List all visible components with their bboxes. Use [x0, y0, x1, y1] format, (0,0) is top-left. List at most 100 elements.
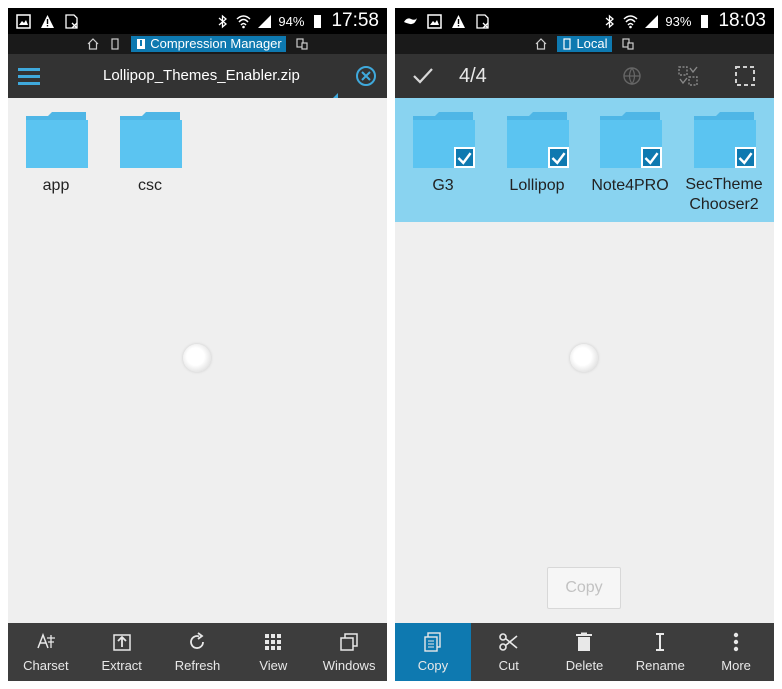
windows-button[interactable]: Windows: [311, 623, 387, 681]
checkbox-checked[interactable]: [454, 147, 475, 168]
file-list: app csc: [8, 98, 387, 623]
clock: 18:03: [718, 10, 766, 31]
folder-item[interactable]: csc: [105, 110, 195, 195]
left-screen: 94% 17:58 Compression Manager Lollipop_T…: [8, 8, 387, 681]
more-button[interactable]: More: [698, 623, 774, 681]
tab-label: Compression Manager: [150, 36, 282, 51]
folder-item[interactable]: Lollipop: [492, 110, 582, 195]
cut-icon: [498, 632, 518, 651]
view-button[interactable]: View: [235, 623, 311, 681]
tab-local[interactable]: Local: [557, 36, 612, 52]
warning-icon: [451, 14, 466, 29]
dropdown-corner-icon[interactable]: [330, 88, 338, 101]
zip-icon: [135, 38, 147, 50]
checkbox-checked[interactable]: [548, 147, 569, 168]
more-label: More: [721, 657, 751, 673]
select-all-icon[interactable]: [734, 65, 756, 87]
folder-icon: [118, 110, 182, 168]
bluetooth-icon: [602, 14, 617, 29]
folder-name-line1: SecTheme: [685, 176, 763, 193]
folder-item[interactable]: SecTheme Chooser2: [679, 110, 769, 215]
folder-name: Note4PRO: [591, 177, 669, 194]
home-icon[interactable]: [87, 38, 99, 50]
refresh-label: Refresh: [174, 657, 221, 673]
cut-button[interactable]: Cut: [471, 623, 547, 681]
windows-switch-icon[interactable]: [296, 38, 308, 50]
delete-icon: [576, 632, 593, 651]
sim-missing-icon: [64, 13, 79, 29]
clock: 17:58: [331, 10, 379, 31]
rename-label: Rename: [635, 657, 685, 673]
tab-label: Local: [576, 36, 608, 51]
extract-label: Extract: [101, 657, 142, 673]
windows-switch-icon[interactable]: [621, 38, 634, 50]
folder-item[interactable]: app: [11, 110, 101, 195]
folder-icon: [24, 110, 88, 168]
warning-icon: [40, 14, 55, 29]
rename-icon: [656, 632, 665, 651]
folder-name: app: [42, 177, 70, 194]
tab-compression-manager[interactable]: Compression Manager: [131, 36, 286, 52]
rename-button[interactable]: Rename: [622, 623, 698, 681]
selection-toolbar: 4/4: [395, 54, 774, 98]
battery-icon: [310, 14, 325, 29]
folder-icon: [411, 110, 475, 168]
phone-icon[interactable]: [109, 38, 121, 50]
wifi-icon: [236, 14, 251, 29]
home-icon[interactable]: [535, 38, 547, 50]
floating-copy-button[interactable]: Copy: [547, 567, 621, 609]
view-label: View: [259, 657, 288, 673]
battery-percent: 94%: [278, 13, 305, 29]
invert-selection-icon[interactable]: [677, 65, 699, 87]
bluetooth-icon: [215, 14, 230, 29]
close-circle-icon[interactable]: [355, 65, 377, 87]
cut-label: Cut: [498, 657, 519, 673]
battery-percent: 93%: [665, 13, 692, 29]
checkmark-done-icon[interactable]: [412, 66, 434, 86]
charset-label: Charset: [23, 657, 69, 673]
refresh-button[interactable]: Refresh: [160, 623, 236, 681]
menu-icon[interactable]: [18, 66, 40, 86]
folder-name-line2: Chooser2: [689, 196, 759, 213]
folder-icon: [692, 110, 756, 168]
more-icon: [733, 632, 739, 651]
charset-icon: [37, 632, 55, 648]
signal-icon: [644, 14, 659, 29]
loading-spinner: [570, 344, 598, 372]
checkbox-checked[interactable]: [735, 147, 756, 168]
windows-label: Windows: [322, 657, 376, 673]
status-bar: 94% 17:58: [8, 8, 387, 34]
sim-missing-icon: [475, 13, 490, 29]
top-toolbar: Lollipop_Themes_Enabler.zip: [8, 54, 387, 101]
refresh-icon: [190, 631, 205, 649]
grid-view-icon: [265, 633, 282, 650]
loading-spinner: [183, 344, 211, 372]
extract-icon: [112, 633, 131, 651]
delete-label: Delete: [565, 657, 604, 673]
signal-icon: [257, 14, 272, 29]
image-notification-icon: [16, 13, 31, 29]
folder-name: csc: [138, 177, 162, 194]
delete-button[interactable]: Delete: [547, 623, 623, 681]
image-notification-icon: [427, 13, 442, 29]
checkbox-checked[interactable]: [641, 147, 662, 168]
folder-name: SecTheme Chooser2: [679, 175, 769, 215]
extract-button[interactable]: Extract: [84, 623, 160, 681]
folder-item[interactable]: Note4PRO: [585, 110, 675, 195]
copy-label: Copy: [417, 657, 449, 673]
window-tabs-bar: Local: [395, 34, 774, 54]
folder-icon: [598, 110, 662, 168]
wifi-icon: [623, 14, 638, 29]
copy-button[interactable]: Copy: [395, 623, 471, 681]
windows-icon: [340, 632, 358, 651]
charset-button[interactable]: Charset: [8, 623, 84, 681]
bottom-action-bar: Charset Extract Refresh View Windows: [8, 623, 387, 681]
selection-count: 4/4: [459, 65, 487, 87]
folder-item[interactable]: G3: [398, 110, 488, 195]
window-tabs-bar: Compression Manager: [8, 34, 387, 54]
battery-icon: [697, 14, 712, 29]
right-screen: 93% 18:03 Local 4/4 G3 Lollipop Note4PRO…: [395, 8, 774, 681]
folder-name: G3: [432, 177, 454, 194]
folder-name: Lollipop: [509, 177, 565, 194]
network-icon[interactable]: [622, 66, 642, 86]
